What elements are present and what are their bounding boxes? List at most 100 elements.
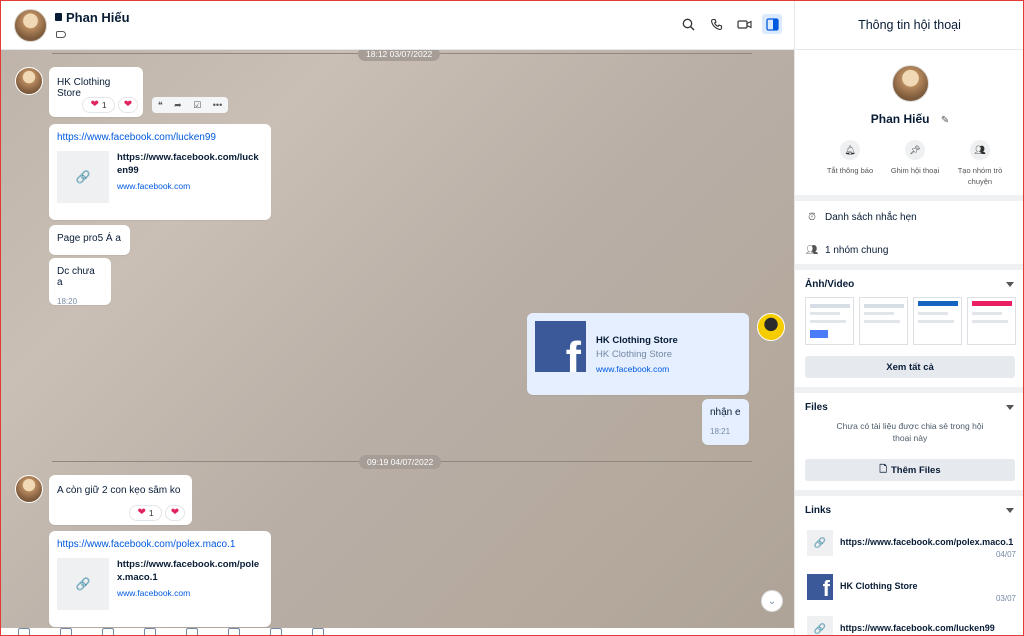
more-icon[interactable]: ••• bbox=[213, 100, 222, 110]
link-message[interactable]: https://www.facebook.com/lucken99 🔗 http… bbox=[49, 124, 271, 220]
reminders-label: Danh sách nhắc hẹn bbox=[825, 211, 917, 223]
reaction-count: 1 bbox=[148, 508, 154, 518]
create-group-button[interactable]: 👥︎ Tạo nhóm trò chuyện bbox=[955, 140, 1005, 187]
reaction-badge[interactable]: ❤ 1 bbox=[129, 505, 162, 521]
card-title: HK Clothing Store bbox=[596, 335, 678, 346]
search-icon[interactable] bbox=[678, 14, 698, 34]
media-thumbnail[interactable] bbox=[913, 297, 962, 345]
chevron-down-icon[interactable] bbox=[1006, 508, 1014, 513]
link-preview[interactable]: 🔗 https://www.facebook.com/polex.maco.1 … bbox=[57, 558, 263, 610]
reminders-row[interactable]: ⏰︎ Danh sách nhắc hẹn bbox=[805, 210, 917, 224]
shared-page-message[interactable]: f HK Clothing Store HK Clothing Store ww… bbox=[527, 313, 749, 395]
video-icon[interactable] bbox=[734, 14, 754, 34]
media-thumbnail[interactable] bbox=[859, 297, 908, 345]
section-divider bbox=[795, 195, 1024, 201]
message-text: Dc chưa a bbox=[57, 266, 95, 288]
link-date: 04/07 bbox=[995, 550, 1016, 559]
scroll-down-button[interactable]: ⌄ bbox=[761, 590, 783, 612]
profile-name-label: Phan Hiếu bbox=[870, 112, 930, 126]
see-all-button[interactable]: Xem tất cả bbox=[805, 356, 1015, 378]
group-icon: 👥︎ bbox=[805, 244, 819, 256]
media-thumbnails bbox=[805, 297, 1016, 345]
link-text: https://www.facebook.com/polex.maco.1 bbox=[840, 537, 1014, 547]
files-section-title[interactable]: Files bbox=[805, 402, 828, 413]
message-bubble[interactable]: Page pro5 Á a bbox=[49, 225, 130, 255]
common-groups-label: 1 nhóm chung bbox=[825, 244, 889, 256]
message-actions: ❝ ➦ ☑ ••• bbox=[152, 97, 228, 113]
chevron-down-icon[interactable] bbox=[1006, 405, 1014, 410]
link-message[interactable]: https://www.facebook.com/polex.maco.1 🔗 … bbox=[49, 531, 271, 627]
contact-name-label: Phan Hiếu bbox=[66, 10, 130, 25]
link-icon: 🔗 bbox=[807, 616, 833, 636]
phone-icon[interactable] bbox=[706, 14, 726, 34]
message-link[interactable]: https://www.facebook.com/lucken99 bbox=[57, 132, 216, 143]
card-url[interactable]: www.facebook.com bbox=[596, 362, 678, 376]
add-files-button[interactable]: 🗋 Thêm Files bbox=[805, 459, 1015, 481]
message-text: Page pro5 Á a bbox=[57, 233, 121, 244]
heart-icon: ❤ bbox=[90, 99, 99, 110]
link-text: https://www.facebook.com/lucken99 bbox=[840, 623, 995, 633]
files-empty-text: Chưa có tài liệu được chia sẻ trong hội … bbox=[836, 421, 984, 443]
message-text: HK Clothing Store bbox=[57, 77, 111, 99]
lock-icon bbox=[55, 12, 62, 21]
message-bubble[interactable]: Dc chưa a 18:20 bbox=[49, 258, 111, 306]
sidebar-toggle-icon[interactable] bbox=[762, 14, 782, 34]
links-section-title[interactable]: Links bbox=[805, 505, 831, 516]
card-icon[interactable] bbox=[186, 628, 198, 636]
quote-icon[interactable]: ❝ bbox=[158, 100, 163, 111]
message-area[interactable]: 18:12 03/07/2022 HK Clothing Store ❤ 1 ❤… bbox=[0, 50, 794, 636]
avatar[interactable] bbox=[15, 475, 43, 503]
share-icon[interactable]: ➦ bbox=[174, 100, 182, 111]
section-divider bbox=[795, 387, 1024, 393]
reaction-badge[interactable]: ❤ 1 bbox=[82, 97, 115, 113]
composer-toolbar bbox=[0, 628, 794, 636]
quick-actions: 🔔︎ Tắt thông báo 📌︎ Ghim hội thoại 👥︎ Tạ… bbox=[825, 140, 1005, 187]
add-group-icon: 👥︎ bbox=[970, 140, 990, 160]
chevron-down-icon[interactable] bbox=[1006, 282, 1014, 287]
media-thumbnail[interactable] bbox=[967, 297, 1016, 345]
format-icon[interactable] bbox=[312, 628, 324, 636]
link-text: HK Clothing Store bbox=[840, 581, 918, 591]
link-item[interactable]: f HK Clothing Store 03/07 bbox=[805, 572, 1020, 603]
add-files-label: Thêm Files bbox=[891, 464, 941, 476]
message-link[interactable]: https://www.facebook.com/polex.maco.1 bbox=[57, 539, 235, 550]
bell-icon: 🔔︎ bbox=[840, 140, 860, 160]
avatar[interactable] bbox=[14, 9, 47, 42]
contact-name[interactable]: Phan Hiếu bbox=[55, 10, 130, 25]
clock-icon: ⏰︎ bbox=[808, 211, 816, 223]
sticker-icon[interactable] bbox=[18, 628, 30, 636]
media-thumbnail[interactable] bbox=[805, 297, 854, 345]
link-icon: 🔗 bbox=[57, 151, 109, 203]
avatar[interactable] bbox=[757, 313, 785, 341]
attach-icon[interactable] bbox=[102, 628, 114, 636]
preview-title: https://www.facebook.com/polex.maco.1 bbox=[117, 559, 260, 583]
task-icon[interactable] bbox=[270, 628, 282, 636]
screenshot-icon[interactable] bbox=[144, 628, 156, 636]
link-icon: 🔗 bbox=[807, 530, 833, 556]
pin-conversation-button[interactable]: 📌︎ Ghim hội thoại bbox=[890, 140, 940, 187]
media-section-title[interactable]: Ảnh/Video bbox=[805, 279, 854, 290]
avatar[interactable] bbox=[892, 65, 929, 102]
link-item[interactable]: 🔗 https://www.facebook.com/polex.maco.1 … bbox=[805, 528, 1020, 559]
avatar[interactable] bbox=[15, 67, 43, 95]
common-groups-row[interactable]: 👥︎ 1 nhóm chung bbox=[805, 243, 889, 257]
preview-title: https://www.facebook.com/lucken99 bbox=[117, 152, 259, 176]
react-button[interactable]: ❤ bbox=[118, 97, 138, 113]
image-icon[interactable] bbox=[60, 628, 72, 636]
react-button[interactable]: ❤ bbox=[165, 505, 185, 521]
message-bubble[interactable]: nhận e 18:21 bbox=[702, 399, 749, 445]
section-divider bbox=[795, 490, 1024, 496]
action-label: Ghim hội thoại bbox=[890, 166, 940, 175]
tag-icon[interactable] bbox=[56, 31, 66, 38]
header-actions bbox=[678, 14, 782, 34]
mute-notifications-button[interactable]: 🔔︎ Tắt thông báo bbox=[825, 140, 875, 187]
edit-icon[interactable]: ✎ bbox=[941, 115, 949, 126]
action-label: Tắt thông báo bbox=[826, 166, 874, 175]
link-item[interactable]: 🔗 https://www.facebook.com/lucken99 bbox=[805, 614, 1020, 636]
task-icon[interactable]: ☑ bbox=[193, 100, 201, 111]
file-icon: 🗋 bbox=[879, 464, 887, 475]
link-icon: 🔗 bbox=[57, 558, 109, 610]
link-preview[interactable]: 🔗 https://www.facebook.com/lucken99 www.… bbox=[57, 151, 263, 203]
reminder-icon[interactable] bbox=[228, 628, 240, 636]
panel-title: Thông tin hội thoại bbox=[795, 0, 1024, 50]
